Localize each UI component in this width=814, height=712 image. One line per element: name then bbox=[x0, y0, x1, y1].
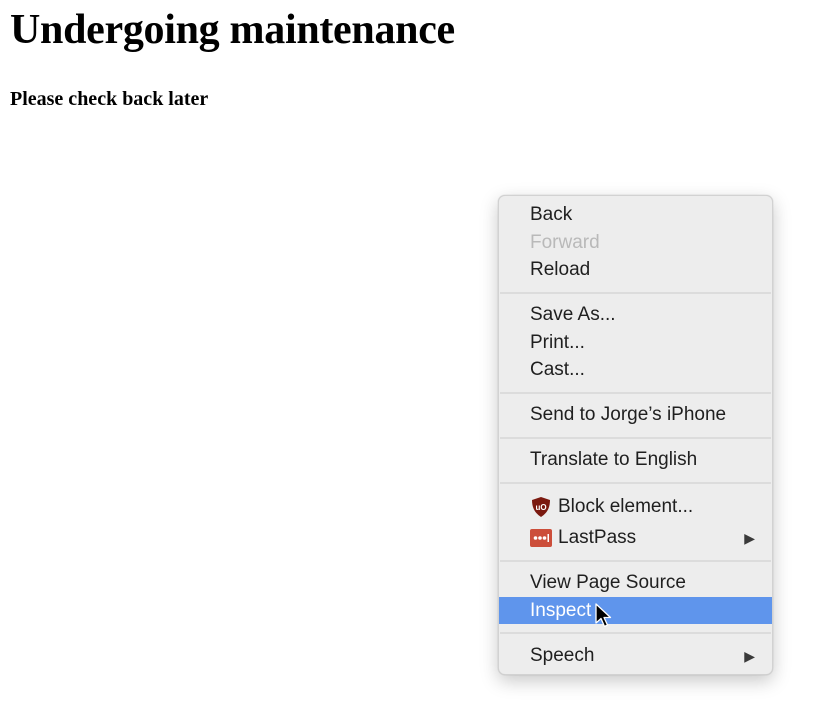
svg-text:uO: uO bbox=[535, 503, 546, 512]
menu-item-label: Reload bbox=[530, 259, 591, 280]
menu-item-forward: Forward bbox=[499, 229, 772, 257]
menu-item-lastpass[interactable]: LastPass ▶ bbox=[499, 524, 772, 552]
menu-separator bbox=[500, 292, 771, 294]
menu-item-label: Block element... bbox=[558, 496, 694, 517]
mouse-pointer-icon bbox=[595, 603, 613, 629]
menu-item-label: Translate to English bbox=[530, 449, 698, 470]
menu-item-translate[interactable]: Translate to English bbox=[499, 446, 772, 474]
context-menu: Back Forward Reload Save As... Print... … bbox=[498, 195, 773, 675]
menu-separator bbox=[500, 632, 771, 634]
menu-item-label: Cast... bbox=[530, 359, 585, 380]
menu-item-print[interactable]: Print... bbox=[499, 329, 772, 357]
menu-item-reload[interactable]: Reload bbox=[499, 256, 772, 284]
menu-separator bbox=[500, 560, 771, 562]
menu-item-label: Inspect bbox=[530, 600, 592, 621]
triangle-right-icon: ▶ bbox=[744, 530, 755, 546]
menu-item-back[interactable]: Back bbox=[499, 201, 772, 229]
lastpass-icon bbox=[530, 527, 552, 549]
menu-item-cast[interactable]: Cast... bbox=[499, 356, 772, 384]
menu-item-block-element[interactable]: uO Block element... bbox=[499, 493, 772, 521]
menu-item-label: Print... bbox=[530, 332, 585, 353]
page-heading: Undergoing maintenance bbox=[10, 7, 455, 53]
menu-item-label: Back bbox=[530, 204, 573, 225]
menu-separator bbox=[500, 437, 771, 439]
menu-item-view-page-source[interactable]: View Page Source bbox=[499, 569, 772, 597]
menu-item-speech[interactable]: Speech ▶ bbox=[499, 642, 772, 670]
menu-item-label: LastPass bbox=[558, 527, 637, 548]
ublock-origin-icon: uO bbox=[530, 496, 552, 518]
menu-separator bbox=[500, 392, 771, 394]
menu-item-label: Forward bbox=[530, 232, 600, 253]
menu-item-label: Speech bbox=[530, 645, 595, 666]
menu-item-inspect[interactable]: Inspect bbox=[499, 597, 772, 624]
menu-item-save-as[interactable]: Save As... bbox=[499, 301, 772, 329]
menu-item-label: Send to Jorge’s iPhone bbox=[530, 404, 727, 425]
menu-item-label: View Page Source bbox=[530, 572, 686, 593]
page-subheading: Please check back later bbox=[10, 88, 209, 110]
triangle-right-icon: ▶ bbox=[744, 648, 755, 664]
menu-item-send-to-device[interactable]: Send to Jorge’s iPhone bbox=[499, 401, 772, 429]
menu-separator bbox=[500, 482, 771, 484]
menu-item-label: Save As... bbox=[530, 304, 616, 325]
